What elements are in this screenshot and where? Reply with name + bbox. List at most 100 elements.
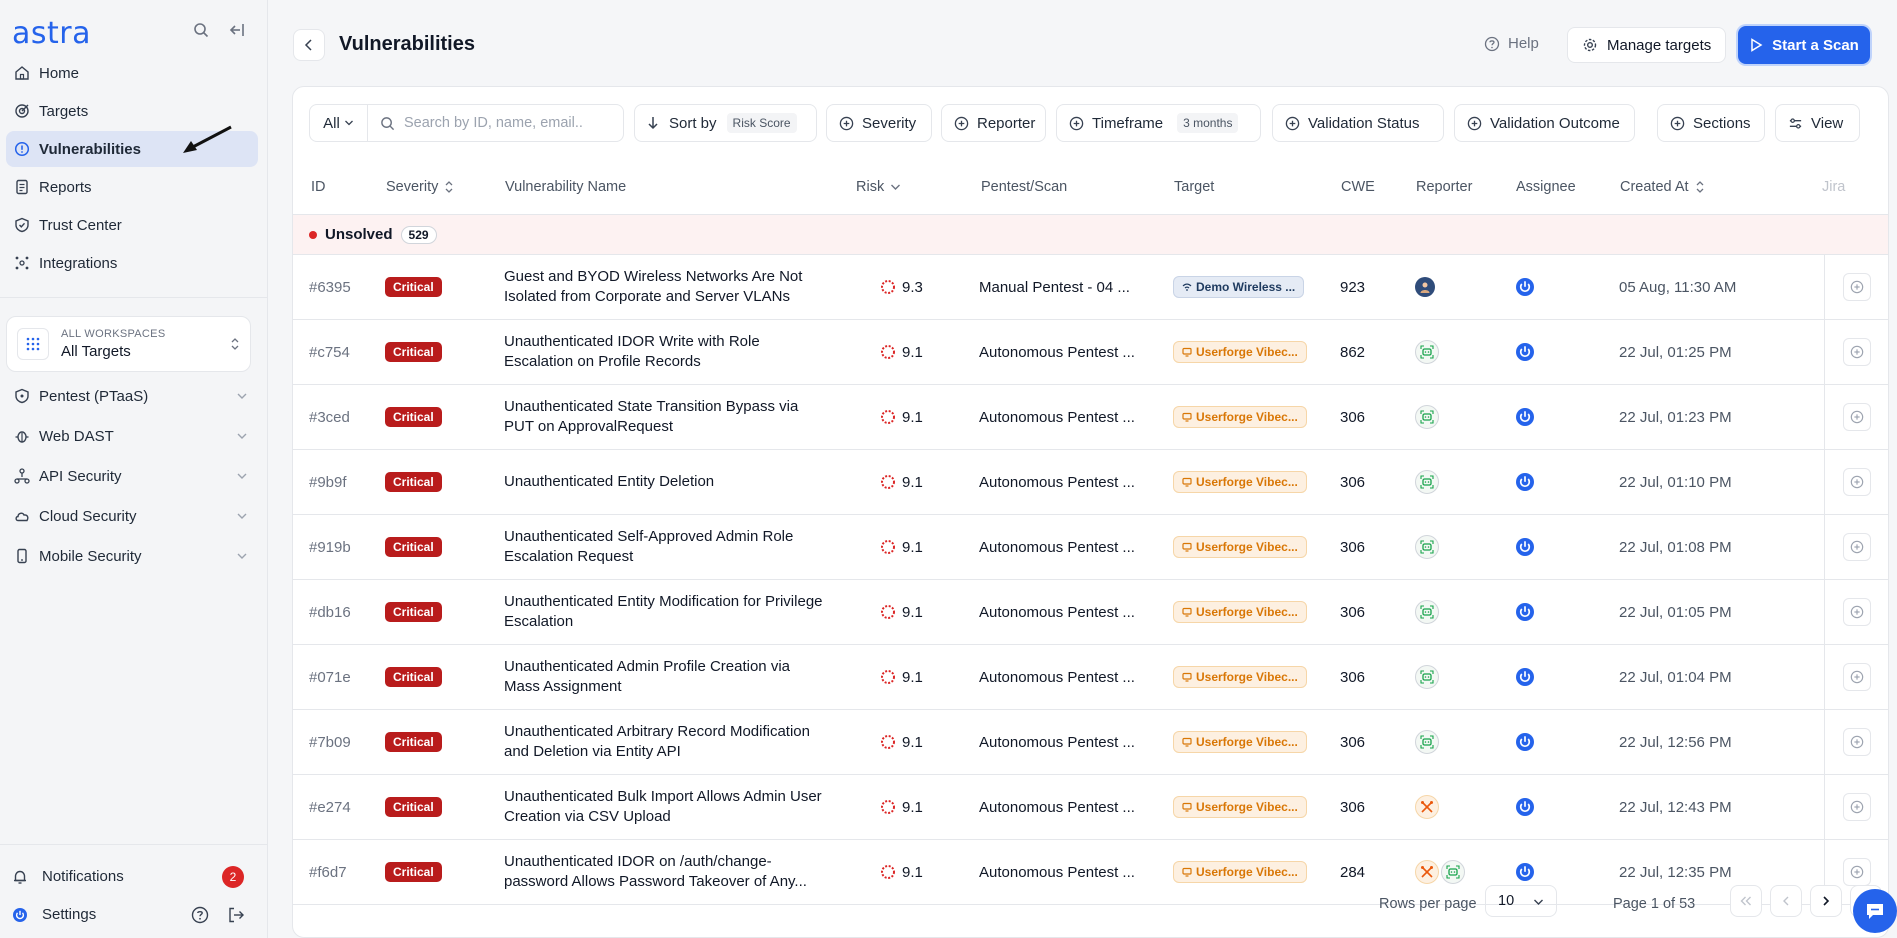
collapse-sidebar-icon[interactable] <box>229 22 245 38</box>
table-row[interactable]: #6395 Critical Guest and BYOD Wireless Net… <box>293 255 1888 320</box>
pentest-name[interactable]: Autonomous Pentest ... <box>979 515 1135 579</box>
next-page-button[interactable] <box>1810 885 1842 917</box>
target-badge[interactable]: Userforge Vibec... <box>1173 341 1307 363</box>
search-icon[interactable] <box>193 22 209 38</box>
workspace-selector[interactable]: ALL WORKSPACES All Targets <box>6 316 251 372</box>
pentest-name[interactable]: Autonomous Pentest ... <box>979 385 1135 449</box>
vuln-name[interactable]: Unauthenticated Entity Deletion <box>504 450 824 514</box>
vuln-name[interactable]: Unauthenticated State Transition Bypass … <box>504 385 824 449</box>
col-id[interactable]: ID <box>311 179 326 195</box>
vuln-id[interactable]: #db16 <box>309 580 351 644</box>
target-badge[interactable]: Userforge Vibec... <box>1173 666 1307 688</box>
settings-item[interactable]: Settings <box>12 906 96 923</box>
table-row[interactable]: #3ced Critical Unauthenticated State Trans… <box>293 385 1888 450</box>
vuln-id[interactable]: #9b9f <box>309 450 347 514</box>
vuln-name[interactable]: Unauthenticated Bulk Import Allows Admin… <box>504 775 824 839</box>
astra-logo[interactable]: astra <box>12 16 91 51</box>
group-mobile-security[interactable]: Mobile Security <box>6 536 258 576</box>
add-jira-button[interactable] <box>1842 663 1871 691</box>
vuln-name[interactable]: Unauthenticated Admin Profile Creation v… <box>504 645 824 709</box>
table-row[interactable]: #919b Critical Unauthenticated Self-Approv… <box>293 515 1888 580</box>
rows-per-page-select[interactable]: 10 <box>1485 885 1557 917</box>
vuln-name[interactable]: Guest and BYOD Wireless Networks Are Not… <box>504 255 824 319</box>
assignee-cell[interactable] <box>1515 255 1535 319</box>
prev-page-button[interactable] <box>1770 885 1802 917</box>
vuln-id[interactable]: #6395 <box>309 255 351 319</box>
col-risk[interactable]: Risk <box>856 179 901 195</box>
pentest-name[interactable]: Autonomous Pentest ... <box>979 320 1135 384</box>
reporter-filter[interactable]: Reporter <box>941 104 1046 142</box>
vuln-name[interactable]: Unauthenticated Self-Approved Admin Role… <box>504 515 824 579</box>
add-jira-button[interactable] <box>1842 728 1871 756</box>
add-jira-button[interactable] <box>1842 403 1871 431</box>
add-jira-button[interactable] <box>1842 533 1871 561</box>
add-jira-button[interactable] <box>1842 598 1871 626</box>
pentest-name[interactable]: Autonomous Pentest ... <box>979 645 1135 709</box>
assignee-cell[interactable] <box>1515 580 1535 644</box>
vuln-id[interactable]: #3ced <box>309 385 350 449</box>
timeframe-filter[interactable]: Timeframe 3 months <box>1056 104 1261 142</box>
table-row[interactable]: #db16 Critical Unauthenticated Entity Modi… <box>293 580 1888 645</box>
target-badge[interactable]: Userforge Vibec... <box>1173 601 1307 623</box>
table-row[interactable]: #9b9f Critical Unauthenticated Entity Dele… <box>293 450 1888 515</box>
first-page-button[interactable] <box>1730 885 1762 917</box>
target-badge[interactable]: Userforge Vibec... <box>1173 471 1307 493</box>
col-name[interactable]: Vulnerability Name <box>505 179 626 195</box>
vuln-id[interactable]: #919b <box>309 515 351 579</box>
assignee-cell[interactable] <box>1515 385 1535 449</box>
vuln-name[interactable]: Unauthenticated Arbitrary Record Modific… <box>504 710 824 774</box>
pentest-name[interactable]: Autonomous Pentest ... <box>979 450 1135 514</box>
col-jira[interactable]: Jira <box>1822 179 1845 195</box>
vuln-name[interactable]: Unauthenticated Entity Modification for … <box>504 580 824 644</box>
target-badge[interactable]: Userforge Vibec... <box>1173 731 1307 753</box>
back-button[interactable] <box>293 29 325 61</box>
assignee-cell[interactable] <box>1515 450 1535 514</box>
sidebar-item-trust-center[interactable]: Trust Center <box>6 207 258 243</box>
group-header-unsolved[interactable]: Unsolved 529 <box>293 215 1888 255</box>
manage-targets-button[interactable]: Manage targets <box>1567 27 1727 63</box>
sidebar-item-reports[interactable]: Reports <box>6 169 258 205</box>
target-badge[interactable]: Userforge Vibec... <box>1173 406 1307 428</box>
table-row[interactable]: #071e Critical Unauthenticated Admin Profi… <box>293 645 1888 710</box>
assignee-cell[interactable] <box>1515 645 1535 709</box>
pentest-name[interactable]: Autonomous Pentest ... <box>979 775 1135 839</box>
add-jira-button[interactable] <box>1842 273 1871 301</box>
col-created[interactable]: Created At <box>1620 179 1705 195</box>
vuln-id[interactable]: #7b09 <box>309 710 351 774</box>
add-jira-button[interactable] <box>1842 338 1871 366</box>
vuln-id[interactable]: #e274 <box>309 775 351 839</box>
table-row[interactable]: #e274 Critical Unauthenticated Bulk Import… <box>293 775 1888 840</box>
pentest-name[interactable]: Autonomous Pentest ... <box>979 580 1135 644</box>
add-jira-button[interactable] <box>1842 468 1871 496</box>
help-link[interactable]: Help <box>1484 35 1539 52</box>
assignee-cell[interactable] <box>1515 710 1535 774</box>
view-button[interactable]: View <box>1775 104 1860 142</box>
help-circle-icon[interactable] <box>191 906 209 924</box>
sidebar-item-targets[interactable]: Targets <box>6 93 258 129</box>
target-badge[interactable]: Demo Wireless ... <box>1173 276 1305 298</box>
sidebar-item-home[interactable]: Home <box>6 55 258 91</box>
group-api-security[interactable]: API Security <box>6 456 258 496</box>
vuln-name[interactable]: Unauthenticated IDOR Write with Role Esc… <box>504 320 824 384</box>
validation-status-filter[interactable]: Validation Status <box>1272 104 1444 142</box>
target-badge[interactable]: Userforge Vibec... <box>1173 796 1307 818</box>
assignee-cell[interactable] <box>1515 515 1535 579</box>
search-input[interactable]: Search by ID, name, email.. <box>404 115 583 131</box>
pentest-name[interactable]: Autonomous Pentest ... <box>979 710 1135 774</box>
logout-icon[interactable] <box>227 906 245 924</box>
table-row[interactable]: #7b09 Critical Unauthenticated Arbitrary R… <box>293 710 1888 775</box>
col-cwe[interactable]: CWE <box>1341 179 1375 195</box>
scope-select[interactable]: All <box>310 105 368 141</box>
target-badge[interactable]: Userforge Vibec... <box>1173 536 1307 558</box>
table-row[interactable]: #c754 Critical Unauthenticated IDOR Write … <box>293 320 1888 385</box>
start-scan-button[interactable]: Start a Scan <box>1738 26 1870 64</box>
sort-button[interactable]: Sort by Risk Score <box>634 104 817 142</box>
vuln-id[interactable]: #071e <box>309 645 351 709</box>
col-target[interactable]: Target <box>1174 179 1214 195</box>
severity-filter[interactable]: Severity <box>826 104 932 142</box>
add-jira-button[interactable] <box>1842 793 1871 821</box>
col-pentest[interactable]: Pentest/Scan <box>981 179 1067 195</box>
col-assignee[interactable]: Assignee <box>1516 179 1576 195</box>
group-cloud-security[interactable]: Cloud Security <box>6 496 258 536</box>
group-pentest[interactable]: Pentest (PTaaS) <box>6 376 258 416</box>
